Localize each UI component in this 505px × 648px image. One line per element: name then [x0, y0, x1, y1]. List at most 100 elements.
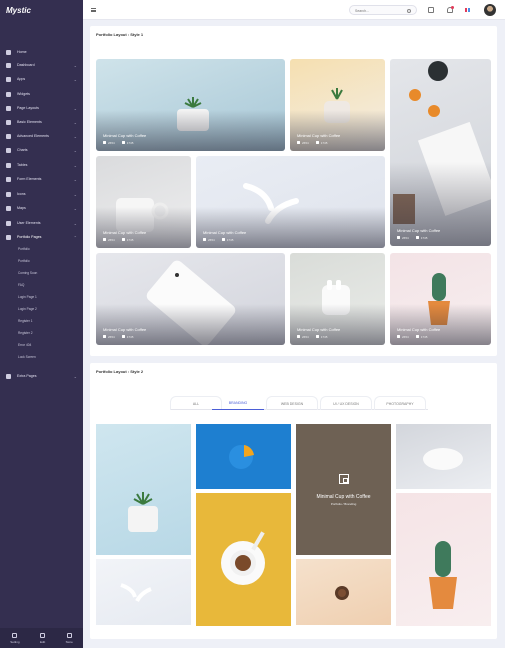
flag-icon[interactable]	[465, 7, 471, 13]
gallery-item[interactable]	[396, 493, 491, 626]
chevron-down-icon: ⌄	[73, 147, 77, 153]
setting-button[interactable]: Setting	[10, 632, 20, 644]
sidebar-item-dashboard[interactable]: Dashboard ⌄	[0, 59, 83, 71]
portfolio-tile[interactable]: Minimal Cup with Coffee 2654 1745	[290, 253, 385, 345]
sidebar-subitem-register-2[interactable]: Register 2	[18, 331, 33, 335]
sidebar-item-basic-elements[interactable]: Basic Elements ⌄	[0, 116, 83, 128]
sidebar-subitem-register-1[interactable]: Register 1	[18, 319, 33, 323]
form-icon	[6, 176, 11, 182]
sidebar-item-home[interactable]: Home	[0, 46, 83, 58]
sidebar-item-page-layouts[interactable]: Page Layouts ⌄	[0, 102, 83, 114]
sidebar-item-extra-pages[interactable]: Extra Pages ⌄	[0, 370, 83, 382]
coffee-top-view-image	[335, 586, 349, 600]
sidebar-subitem-portfolio-1[interactable]: Portfolio	[18, 247, 30, 251]
sidebar-item-label: Widgets	[17, 92, 30, 96]
sidebar-item-form-elements[interactable]: Form Elements ⌄	[0, 173, 83, 185]
sidebar-item-advanced-elements[interactable]: Advanced Elements ⌄	[0, 130, 83, 142]
gallery-item[interactable]	[96, 424, 191, 555]
comments-count: 1745	[122, 238, 134, 242]
comments-count: 1745	[316, 335, 328, 339]
tile-caption: Minimal Cup with Coffee	[103, 327, 147, 332]
sidebar: Mystic Home Dashboard ⌄ Apps ⌄ Widgets Pag…	[0, 0, 83, 648]
sidebar-subitem-login-2[interactable]: Login Page 2	[18, 307, 37, 311]
chevron-down-icon: ⌄	[73, 105, 77, 111]
sidebar-item-label: Advanced Elements	[17, 134, 49, 138]
apps-icon	[6, 76, 11, 82]
portfolio-tile[interactable]: Minimal Cup with Coffee 2654 1745	[96, 59, 285, 151]
tab-photography[interactable]: PHOTOGRAPHY	[374, 396, 426, 410]
comments-count: 1745	[416, 236, 428, 240]
sidebar-item-user-elements[interactable]: User Elements ⌄	[0, 217, 83, 229]
sidebar-item-icons[interactable]: Icons ⌄	[0, 188, 83, 200]
footer-label: Store	[65, 639, 73, 644]
sidebar-item-tables[interactable]: Tables ⌄	[0, 159, 83, 171]
tab-web-design[interactable]: WEB DESIGN	[266, 396, 318, 410]
widgets-icon	[6, 91, 11, 97]
sidebar-item-charts[interactable]: Charts ⌄	[0, 144, 83, 156]
gallery-item[interactable]	[396, 424, 491, 489]
gallery-item[interactable]	[96, 559, 191, 625]
tab-branding[interactable]: BRANDING	[212, 396, 264, 410]
tile-meta: 2654 1745	[297, 335, 327, 339]
chart-icon	[6, 147, 11, 153]
sidebar-item-apps[interactable]: Apps ⌄	[0, 73, 83, 85]
sidebar-item-label: Apps	[17, 77, 26, 81]
portfolio-tile[interactable]: Minimal Cup with Coffee 2654 1745	[290, 59, 385, 151]
bell-icon[interactable]	[447, 6, 454, 13]
app-logo: Mystic	[6, 5, 31, 15]
search-icon[interactable]	[407, 8, 411, 13]
portfolio-tile[interactable]: Minimal Cup with Coffee 2654 1745	[390, 59, 491, 246]
tab-ui-ux-design[interactable]: UI / UX DESIGN	[320, 396, 372, 410]
chevron-down-icon: ⌄	[73, 220, 77, 226]
edit-button[interactable]: Edit	[40, 632, 45, 644]
comments-count: 1745	[122, 335, 134, 339]
tile-caption: Minimal Cup with Coffee	[297, 327, 341, 332]
sidebar-subitem-error-404[interactable]: Error 404	[18, 343, 31, 347]
map-icon	[6, 205, 11, 211]
store-button[interactable]: Store	[65, 632, 73, 644]
gallery-item[interactable]	[296, 559, 391, 625]
likes-count: 2654	[397, 335, 409, 339]
gallery-item[interactable]: Minimal Cup with Coffee Portfolio / Bran…	[296, 424, 391, 555]
comments-count: 1745	[122, 141, 134, 145]
search-box	[349, 5, 417, 15]
likes-count: 2654	[203, 238, 215, 242]
avatar[interactable]	[484, 4, 496, 16]
sidebar-item-portfolio-pages[interactable]: Portfolio Pages ⌃	[0, 231, 83, 243]
chevron-down-icon: ⌄	[73, 62, 77, 68]
portfolio-tile[interactable]: Minimal Cup with Coffee 2654 1745	[96, 156, 191, 248]
grid-apps-icon[interactable]	[428, 7, 434, 13]
sidebar-item-label: Dashboard	[17, 63, 35, 67]
tile-caption: Minimal Cup with Coffee	[397, 228, 441, 233]
card-title: Portfolio Layout : Style 1	[96, 32, 144, 37]
expand-icon[interactable]	[338, 473, 349, 484]
sidebar-item-label: Page Layouts	[17, 106, 39, 110]
sidebar-subitem-lock-screen[interactable]: Lock Screen	[18, 355, 36, 359]
gallery-item[interactable]	[196, 424, 291, 489]
tile-caption: Minimal Cup with Coffee	[103, 230, 147, 235]
sidebar-item-maps[interactable]: Maps ⌄	[0, 202, 83, 214]
pages-icon	[6, 373, 11, 379]
sidebar-subitem-coming-soon[interactable]: Coming Soon	[18, 271, 37, 275]
sidebar-subitem-login-1[interactable]: Login Page 1	[18, 295, 37, 299]
gallery-item[interactable]	[196, 493, 291, 626]
comments-count: 1745	[222, 238, 234, 242]
tile-meta: 2654 1745	[397, 236, 427, 240]
hamburger-menu-icon[interactable]	[91, 8, 96, 12]
portfolio-tile[interactable]: Minimal Cup with Coffee 2654 1745	[196, 156, 385, 248]
sidebar-item-label: User Elements	[17, 221, 41, 225]
chevron-down-icon: ⌄	[73, 191, 77, 197]
portfolio-tile[interactable]: Minimal Cup with Coffee 2654 1745	[96, 253, 285, 345]
portfolio-tile[interactable]: Minimal Cup with Coffee 2654 1745	[390, 253, 491, 345]
comments-count: 1745	[316, 141, 328, 145]
tile-meta: 2654 1745	[103, 141, 133, 145]
sidebar-item-label: Icons	[17, 192, 26, 196]
sidebar-subitem-portfolio-2[interactable]: Portfolio	[18, 259, 30, 263]
search-input[interactable]	[355, 7, 405, 14]
tile-meta: 2654 1745	[103, 335, 133, 339]
sidebar-item-widgets[interactable]: Widgets	[0, 88, 83, 100]
likes-count: 2654	[103, 238, 115, 242]
sidebar-subitem-faq[interactable]: FAQ	[18, 283, 24, 287]
dashboard-icon	[6, 62, 11, 68]
footer-label: Setting	[10, 639, 20, 644]
